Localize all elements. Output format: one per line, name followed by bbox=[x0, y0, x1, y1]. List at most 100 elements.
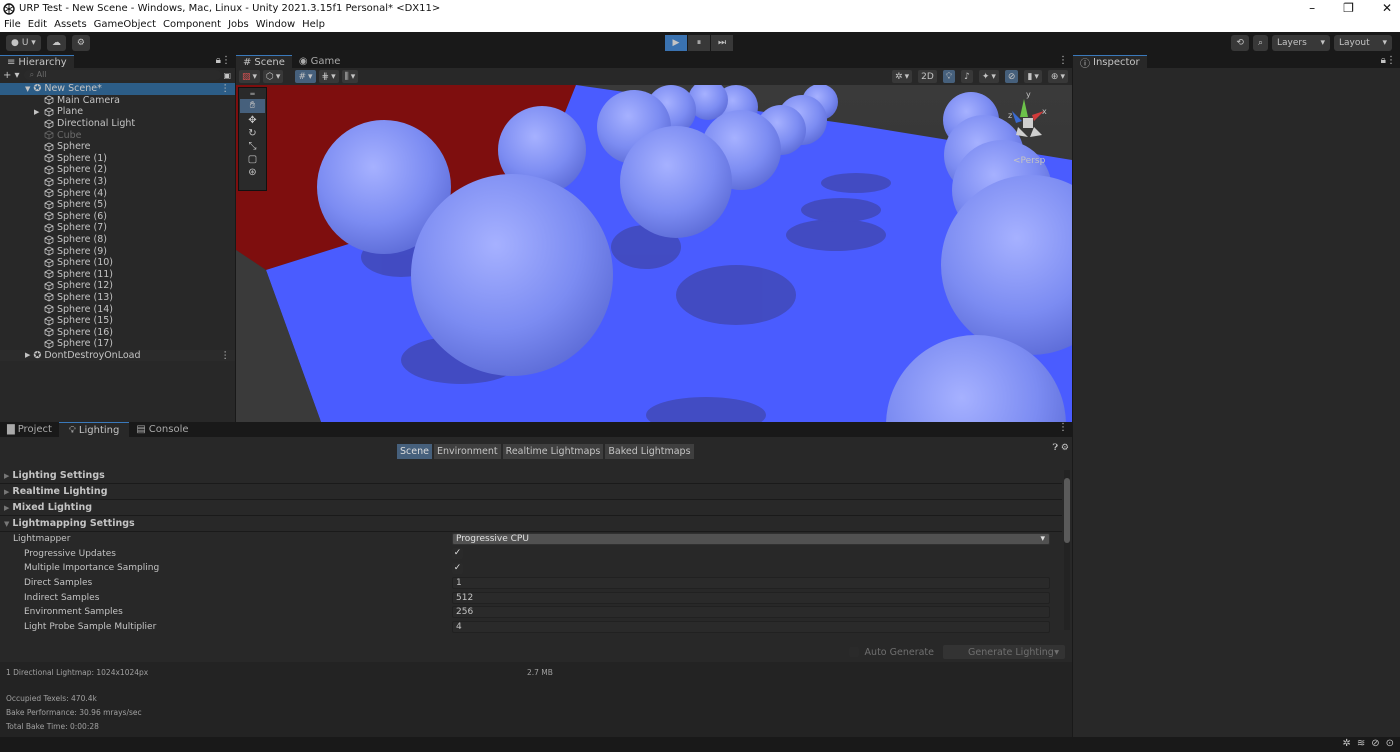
expand-arrow-icon[interactable]: ▶ bbox=[25, 351, 30, 359]
hierarchy-row[interactable]: Cube bbox=[0, 129, 235, 141]
collab-settings-icon[interactable]: ⚙ bbox=[71, 35, 90, 51]
step-button[interactable]: ⏭ bbox=[711, 35, 733, 51]
rotate-tool-icon[interactable]: ↻ bbox=[248, 128, 256, 139]
hierarchy-row[interactable]: Sphere (17) bbox=[0, 338, 235, 350]
more-icon[interactable]: ⋮ bbox=[221, 83, 231, 94]
tab-scene[interactable]: # Scene bbox=[236, 55, 292, 68]
more-icon[interactable]: ⋮ bbox=[1058, 55, 1068, 66]
account-button[interactable]: ● U ▾ bbox=[6, 35, 41, 51]
rect-tool-icon[interactable]: ▢ bbox=[248, 154, 257, 165]
render-mode-dropdown[interactable]: ⬡ ▾ bbox=[263, 70, 284, 83]
camera-dropdown[interactable]: ▮ ▾ bbox=[1024, 70, 1042, 83]
grid-snap-dropdown[interactable]: # ▾ bbox=[295, 70, 316, 83]
expand-arrow-icon[interactable]: ▶ bbox=[34, 108, 39, 116]
gizmos-dropdown[interactable]: ⊕ ▾ bbox=[1047, 70, 1068, 83]
hierarchy-row[interactable]: Directional Light bbox=[0, 118, 235, 130]
transform-tool-icon[interactable]: ⊛ bbox=[248, 167, 256, 178]
add-object-button[interactable]: + ▾ bbox=[3, 70, 20, 81]
layout-dropdown[interactable]: Layout ▾ bbox=[1334, 35, 1392, 51]
generate-lighting-button[interactable]: Generate Lighting ▾ bbox=[943, 645, 1065, 659]
hierarchy-row[interactable]: Sphere (12) bbox=[0, 280, 235, 292]
tab-lighting[interactable]: 💡︎ Lighting bbox=[58, 422, 130, 437]
drag-handle-icon[interactable]: ═ bbox=[250, 91, 254, 98]
move-tool-icon[interactable]: ✥ bbox=[248, 115, 256, 126]
stack-icon[interactable]: ≋ bbox=[1357, 738, 1365, 749]
hierarchy-row[interactable]: Sphere (7) bbox=[0, 222, 235, 234]
hidden-objects-toggle[interactable]: ⊘ bbox=[1004, 70, 1019, 83]
menu-window[interactable]: Window bbox=[256, 19, 295, 30]
property-field[interactable]: 256 bbox=[452, 606, 1050, 619]
hierarchy-row[interactable]: ▶ Plane bbox=[0, 106, 235, 118]
section-header[interactable]: ▼ Lightmapping Settings bbox=[0, 516, 1062, 532]
property-checkbox[interactable]: ✓ bbox=[452, 548, 463, 560]
hierarchy-row[interactable]: Sphere (1) bbox=[0, 153, 235, 165]
property-field[interactable]: 1 bbox=[452, 577, 1050, 590]
lightmapper-dropdown[interactable]: Progressive CPU ▾ bbox=[452, 533, 1050, 546]
hierarchy-row[interactable]: Sphere (16) bbox=[0, 326, 235, 338]
menu-component[interactable]: Component bbox=[163, 19, 221, 30]
2d-toggle[interactable]: 2D bbox=[918, 70, 937, 83]
hierarchy-row[interactable]: Sphere (11) bbox=[0, 269, 235, 281]
close-button[interactable]: ✕ bbox=[1382, 0, 1392, 16]
more-icon[interactable]: ⋮ bbox=[1058, 422, 1068, 433]
tab-lighting-scene[interactable]: Scene bbox=[397, 444, 432, 459]
hierarchy-row[interactable]: Sphere (14) bbox=[0, 303, 235, 315]
hierarchy-row[interactable]: Sphere (2) bbox=[0, 164, 235, 176]
layers-dropdown[interactable]: Layers ▾ bbox=[1272, 35, 1330, 51]
history-icon[interactable]: ⟲ bbox=[1231, 35, 1249, 51]
lighting-toggle[interactable]: 💡︎ bbox=[942, 70, 956, 83]
tab-project[interactable]: ▇ Project bbox=[0, 422, 59, 437]
tab-console[interactable]: ▤ Console bbox=[129, 422, 196, 437]
tab-game[interactable]: ◉ Game bbox=[291, 55, 348, 68]
scale-tool-icon[interactable]: ⤡ bbox=[249, 141, 257, 152]
search-icon[interactable]: ⌕ bbox=[1252, 35, 1268, 51]
play-button[interactable]: ▶ bbox=[665, 35, 687, 51]
tab-baked-lightmaps[interactable]: Baked Lightmaps bbox=[605, 444, 694, 459]
section-header[interactable]: ▶ Realtime Lighting bbox=[0, 484, 1062, 500]
minimize-button[interactable]: – bbox=[1309, 0, 1315, 16]
hierarchy-search-input[interactable]: ⌕ All bbox=[23, 70, 221, 80]
more-icon[interactable]: ⋮ bbox=[221, 55, 231, 66]
menu-file[interactable]: File bbox=[4, 19, 21, 30]
tab-realtime-lightmaps[interactable]: Realtime Lightmaps bbox=[502, 444, 604, 459]
restore-button[interactable]: ❐ bbox=[1343, 0, 1354, 16]
snap-increment-dropdown[interactable]: ⋕ ▾ bbox=[318, 70, 339, 83]
scene-filter-icon[interactable]: ▣ bbox=[223, 71, 231, 80]
dontdestroy-row[interactable]: ▶ ✪ DontDestroyOnLoad ⋮ bbox=[0, 349, 235, 362]
effects-dropdown[interactable]: ✦ ▾ bbox=[978, 70, 999, 83]
menu-gameobject[interactable]: GameObject bbox=[94, 19, 156, 30]
hierarchy-row[interactable]: Sphere (5) bbox=[0, 199, 235, 211]
hierarchy-row[interactable]: Sphere (6) bbox=[0, 211, 235, 223]
check-icon[interactable]: ⊙ bbox=[1386, 738, 1394, 749]
hierarchy-row[interactable]: Sphere (4) bbox=[0, 187, 235, 199]
auto-generate-checkbox[interactable] bbox=[848, 647, 859, 657]
section-header[interactable]: ▶ Mixed Lighting bbox=[0, 500, 1062, 516]
align-dropdown[interactable]: ⫼ ▾ bbox=[341, 70, 359, 83]
hierarchy-row[interactable]: Sphere (10) bbox=[0, 257, 235, 269]
section-header[interactable]: ▶ Lighting Settings bbox=[0, 468, 1062, 484]
menu-jobs[interactable]: Jobs bbox=[228, 19, 249, 30]
tab-inspector[interactable]: ⓘ Inspector bbox=[1073, 55, 1147, 70]
draw-mode-dropdown[interactable]: ▨ ▾ bbox=[239, 70, 261, 83]
settings-gear-icon[interactable]: ⚙ bbox=[1061, 443, 1069, 453]
cloud-button[interactable]: ☁ bbox=[46, 35, 66, 51]
property-field[interactable]: 512 bbox=[452, 591, 1050, 604]
scrollbar[interactable] bbox=[1064, 470, 1070, 630]
scene-root-row[interactable]: ▼ ✪ New Scene* ⋮ bbox=[0, 83, 235, 95]
scene-visibility-dropdown[interactable]: ✲ ▾ bbox=[892, 70, 913, 83]
pause-button[interactable]: ⏸ bbox=[688, 35, 710, 51]
menu-edit[interactable]: Edit bbox=[28, 19, 47, 30]
menu-help[interactable]: Help bbox=[302, 19, 325, 30]
tab-lighting-environment[interactable]: Environment bbox=[433, 444, 501, 459]
hierarchy-row[interactable]: Sphere (3) bbox=[0, 176, 235, 188]
hierarchy-row[interactable]: Sphere (8) bbox=[0, 234, 235, 246]
scene-viewport[interactable]: y x z <Persp ═ ✋︎ ✥ ↻ ⤡ ▢ ⊛ bbox=[236, 85, 1072, 422]
hand-tool-icon[interactable]: ✋︎ bbox=[240, 99, 265, 113]
debug-icon[interactable]: ✲ bbox=[1342, 738, 1350, 749]
tab-hierarchy[interactable]: ≡ Hierarchy bbox=[0, 55, 74, 68]
property-field[interactable]: 4 bbox=[452, 620, 1050, 633]
more-icon[interactable]: ⋮ bbox=[1386, 55, 1396, 66]
hierarchy-row[interactable]: Sphere (9) bbox=[0, 245, 235, 257]
hierarchy-row[interactable]: Sphere (13) bbox=[0, 292, 235, 304]
menu-assets[interactable]: Assets bbox=[54, 19, 87, 30]
